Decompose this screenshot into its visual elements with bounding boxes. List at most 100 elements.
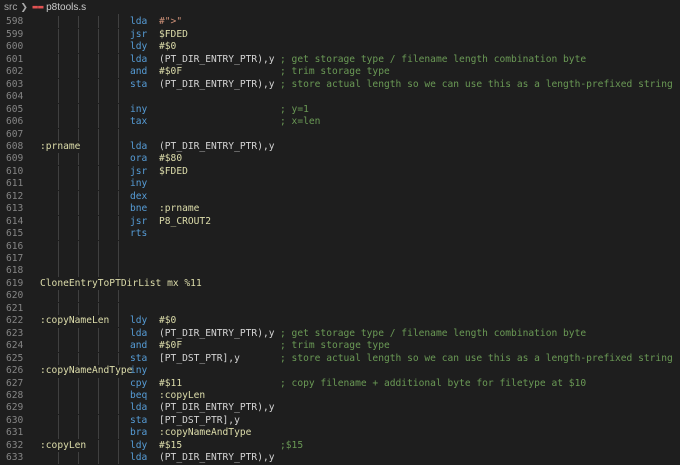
code-line[interactable]: 617 xyxy=(0,253,680,265)
code-line[interactable]: 631 bra:copyNameAndType xyxy=(0,427,680,440)
code-operand: [PT_DST_PTR],y xyxy=(159,352,240,364)
indent-guide xyxy=(98,103,99,116)
code-line[interactable]: 621 xyxy=(0,302,680,315)
code-comment: ; trim storage type xyxy=(280,66,390,78)
indent-guide xyxy=(78,377,79,390)
code-line[interactable]: 610 jsr $FDED xyxy=(0,165,680,178)
indent-guide xyxy=(98,290,99,303)
indent-guide xyxy=(118,240,119,253)
code-line[interactable]: 633 lda (PT_DIR_ENTRY_PTR),y xyxy=(0,452,680,465)
indent-guide xyxy=(118,352,119,365)
indent-guide xyxy=(58,66,59,79)
code-label: :copyNameAndType xyxy=(40,365,133,377)
code-line[interactable]: 624 and #$0F ; trim storage type xyxy=(0,340,680,353)
code-line[interactable]: 600 ldy #$0 xyxy=(0,41,680,54)
indent-guide xyxy=(98,253,99,265)
code-operand: :copyNameAndType xyxy=(159,427,252,439)
indent-guide xyxy=(118,190,119,203)
code-mnemonic: lda xyxy=(130,16,148,28)
indent-guide xyxy=(98,228,99,241)
code-line[interactable]: 613 bne:prname xyxy=(0,203,680,216)
indent-guide xyxy=(58,116,59,129)
line-number: 598 xyxy=(6,16,24,28)
line-number: 629 xyxy=(6,402,24,414)
indent-guide xyxy=(78,352,79,365)
line-number: 616 xyxy=(6,240,24,252)
code-line[interactable]: 612 dex xyxy=(0,190,680,203)
indent-guide xyxy=(118,302,119,315)
line-number: 621 xyxy=(6,302,24,314)
code-line[interactable]: 604 xyxy=(0,91,680,104)
code-line[interactable]: 603 sta (PT_DIR_ENTRY_PTR),y ; store actual… xyxy=(0,78,680,91)
code-line[interactable]: 629 lda (PT_DIR_ENTRY_PTR),y xyxy=(0,402,680,415)
code-line[interactable]: 602 and #$0F ; trim storage type xyxy=(0,66,680,79)
code-line[interactable]: 609 ora #$80 xyxy=(0,153,680,166)
code-line[interactable]: 628 beq:copyLen xyxy=(0,389,680,402)
indent-guide xyxy=(78,203,79,216)
code-line[interactable]: 626:copyNameAndType iny xyxy=(0,365,680,377)
code-line[interactable]: 608:prname lda (PT_DIR_ENTRY_PTR),y xyxy=(0,140,680,153)
code-editor[interactable]: 597DisplayFile598lda#">"599jsr$FDED600ld… xyxy=(0,0,680,465)
indent-guide xyxy=(118,53,119,66)
code-line[interactable]: 615 rts xyxy=(0,228,680,241)
indent-guide xyxy=(118,253,119,265)
indent-guide xyxy=(118,91,119,104)
indent-guide xyxy=(98,91,99,104)
line-number: 601 xyxy=(6,53,24,65)
code-line[interactable]: 611 iny xyxy=(0,178,680,191)
line-number: 604 xyxy=(6,91,24,103)
code-mnemonic: rts xyxy=(130,228,148,240)
indent-guide xyxy=(78,16,79,29)
code-mnemonic: lda xyxy=(130,327,148,339)
code-line[interactable]: 607 xyxy=(0,128,680,141)
breadcrumb-file[interactable]: p8tools.s xyxy=(46,2,86,13)
code-mnemonic: bne xyxy=(130,203,148,215)
code-comment: ; store actual length so we can use this… xyxy=(280,78,673,90)
indent-guide xyxy=(58,53,59,66)
code-label: :prname xyxy=(40,140,81,152)
code-line[interactable]: 599 jsr $FDED xyxy=(0,28,680,41)
code-line[interactable]: 623 lda (PT_DIR_ENTRY_PTR),y ; get storage … xyxy=(0,327,680,340)
code-line[interactable]: 601 lda (PT_DIR_ENTRY_PTR),y ; get storage … xyxy=(0,53,680,66)
code-line[interactable]: 620 xyxy=(0,290,680,303)
indent-guide xyxy=(98,414,99,427)
code-line[interactable]: 618 xyxy=(0,265,680,278)
breadcrumb-folder[interactable]: src xyxy=(4,2,17,13)
indent-guide xyxy=(58,389,59,402)
code-line[interactable]: 627 cpy #$11 ; copy filename + additional b… xyxy=(0,377,680,390)
indent-guide xyxy=(58,190,59,203)
code-line[interactable]: 614 jsr P8_CROUT2 xyxy=(0,215,680,228)
code-line[interactable]: 625 sta [PT_DST_PTR],y ; store actual lengt… xyxy=(0,352,680,365)
indent-guide xyxy=(118,327,119,340)
code-comment: ; copy filename + additional byte for fi… xyxy=(280,377,587,389)
indent-guide xyxy=(98,389,99,402)
code-line[interactable]: 622:copyNameLen ldy #$0 xyxy=(0,315,680,328)
indent-guide xyxy=(78,178,79,191)
indent-guide xyxy=(58,78,59,91)
code-mnemonic: iny xyxy=(130,365,148,377)
code-mnemonic: ldy xyxy=(130,439,148,451)
code-operand: :copyLen xyxy=(159,389,206,401)
indent-guide xyxy=(98,116,99,129)
code-mnemonic: sta xyxy=(130,352,148,364)
code-line[interactable]: 632:copyLen ldy #$15 ;$15 xyxy=(0,439,680,452)
line-number: 617 xyxy=(6,253,24,264)
code-comment: ; x=len xyxy=(280,116,321,128)
indent-guide xyxy=(118,103,119,116)
code-line[interactable]: 630 sta [PT_DST_PTR],y xyxy=(0,414,680,427)
line-number: 628 xyxy=(6,389,24,401)
code-line[interactable]: 606 tax ; x=len xyxy=(0,116,680,129)
indent-guide xyxy=(98,128,99,141)
code-line[interactable]: 616 xyxy=(0,240,680,253)
code-operand: #$11 xyxy=(159,377,183,389)
indent-guide xyxy=(78,290,79,303)
indent-guide xyxy=(98,28,99,41)
code-line[interactable]: 619 CloneEntryToPTDirList mx %11 xyxy=(0,278,680,290)
indent-guide xyxy=(78,389,79,402)
code-comment: ; store actual length so we can use this… xyxy=(280,352,673,364)
code-line[interactable]: 598 lda #">" xyxy=(0,16,680,29)
indent-guide xyxy=(118,402,119,415)
code-line[interactable]: 605 iny ; y=1 xyxy=(0,103,680,116)
indent-guide xyxy=(78,327,79,340)
line-number: 625 xyxy=(6,352,24,364)
